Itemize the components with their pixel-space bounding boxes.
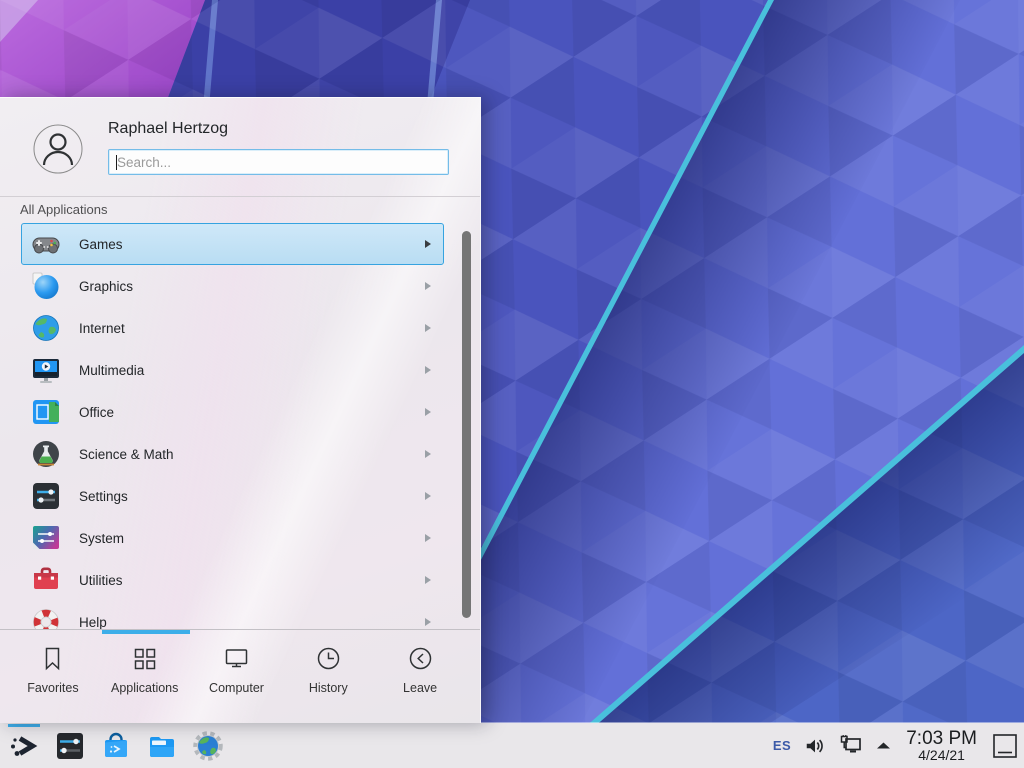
kali-logo-icon [8, 730, 40, 762]
system-icon [30, 522, 62, 554]
globe-gear-icon [192, 730, 224, 762]
category-label: Science & Math [79, 447, 174, 462]
category-help[interactable]: Help [21, 601, 444, 629]
header-divider [0, 196, 480, 197]
clock-icon [315, 645, 342, 672]
app-store-button[interactable] [100, 730, 132, 762]
taskbar: ES 7:03 PM 4/24/2 [0, 723, 1024, 768]
category-label: Games [79, 237, 123, 252]
active-task-indicator [8, 724, 40, 727]
tab-label: Applications [111, 681, 178, 695]
tab-label: Leave [403, 681, 437, 695]
submenu-arrow-icon [425, 282, 431, 290]
category-graphics[interactable]: Graphics [21, 265, 444, 307]
wired-network-icon [839, 734, 863, 758]
globe-icon [30, 312, 62, 344]
submenu-arrow-icon [425, 492, 431, 500]
settings-sliders-icon [54, 730, 86, 762]
category-multimedia[interactable]: Multimedia [21, 349, 444, 391]
tab-computer[interactable]: Computer [191, 645, 283, 695]
tab-favorites[interactable]: Favorites [7, 645, 99, 695]
file-manager-button[interactable] [146, 730, 178, 762]
show-desktop-icon [992, 733, 1018, 759]
system-tray: ES 7:03 PM 4/24/2 [773, 723, 1018, 768]
kali-menu-button[interactable] [8, 730, 40, 762]
category-label: Settings [79, 489, 128, 504]
tab-label: Computer [209, 681, 264, 695]
network-button[interactable] [839, 734, 863, 758]
science-flask-icon [30, 438, 62, 470]
show-desktop-button[interactable] [992, 733, 1018, 759]
footer-tabs: Favorites Applications Computer [0, 630, 480, 695]
submenu-arrow-icon [425, 618, 431, 626]
launcher-header: Raphael Hertzog [0, 98, 480, 196]
tab-history[interactable]: History [282, 645, 374, 695]
launcher-footer: Favorites Applications Computer [0, 629, 480, 723]
user-name: Raphael Hertzog [108, 120, 228, 138]
text-caret [116, 155, 117, 170]
leave-circle-icon [407, 645, 434, 672]
tab-label: History [309, 681, 348, 695]
toolbox-icon [30, 564, 62, 596]
category-science-math[interactable]: Science & Math [21, 433, 444, 475]
clock-time: 7:03 PM [906, 729, 977, 748]
category-label: Help [79, 615, 107, 630]
submenu-arrow-icon [425, 534, 431, 542]
bookmark-icon [39, 645, 66, 672]
caret-up-icon [876, 741, 891, 750]
user-avatar-icon[interactable] [33, 124, 83, 174]
digital-clock[interactable]: 7:03 PM 4/24/21 [904, 729, 979, 763]
keyboard-layout-indicator[interactable]: ES [773, 738, 791, 753]
category-label: System [79, 531, 124, 546]
expand-tray-button[interactable] [876, 741, 891, 750]
volume-button[interactable] [804, 735, 826, 757]
tab-leave[interactable]: Leave [374, 645, 466, 695]
clock-date: 4/24/21 [906, 748, 977, 762]
submenu-arrow-icon [425, 324, 431, 332]
category-games[interactable]: Games [21, 223, 444, 265]
category-label: Utilities [79, 573, 123, 588]
submenu-arrow-icon [425, 408, 431, 416]
submenu-arrow-icon [425, 576, 431, 584]
gamepad-icon [30, 228, 62, 260]
multimedia-icon [30, 354, 62, 386]
category-settings[interactable]: Settings [21, 475, 444, 517]
category-system[interactable]: System [21, 517, 444, 559]
monitor-icon [223, 645, 250, 672]
settings-sliders-icon [30, 480, 62, 512]
web-browser-button[interactable] [192, 730, 224, 762]
category-label: Multimedia [79, 363, 144, 378]
grid-icon [131, 645, 158, 672]
tab-applications[interactable]: Applications [99, 645, 191, 695]
category-label: Internet [79, 321, 125, 336]
taskbar-launchers [8, 723, 224, 768]
settings-launcher-button[interactable] [54, 730, 86, 762]
category-internet[interactable]: Internet [21, 307, 444, 349]
section-label: All Applications [20, 202, 107, 217]
shopping-bag-icon [100, 730, 132, 762]
application-launcher-panel: Raphael Hertzog All Applications [0, 97, 481, 723]
speaker-icon [804, 735, 826, 757]
submenu-arrow-icon [425, 240, 431, 248]
search-input[interactable] [109, 150, 448, 174]
category-list: Games Graphics [0, 223, 480, 629]
category-label: Office [79, 405, 114, 420]
office-icon [30, 396, 62, 428]
graphics-icon [30, 270, 62, 302]
category-label: Graphics [79, 279, 133, 294]
category-utilities[interactable]: Utilities [21, 559, 444, 601]
search-box [108, 149, 449, 175]
category-office[interactable]: Office [21, 391, 444, 433]
submenu-arrow-icon [425, 366, 431, 374]
selected-tab-indicator [102, 630, 190, 634]
list-scrollbar[interactable] [462, 231, 471, 618]
folder-icon [146, 730, 178, 762]
submenu-arrow-icon [425, 450, 431, 458]
lifebuoy-icon [30, 606, 62, 629]
tab-label: Favorites [27, 681, 78, 695]
